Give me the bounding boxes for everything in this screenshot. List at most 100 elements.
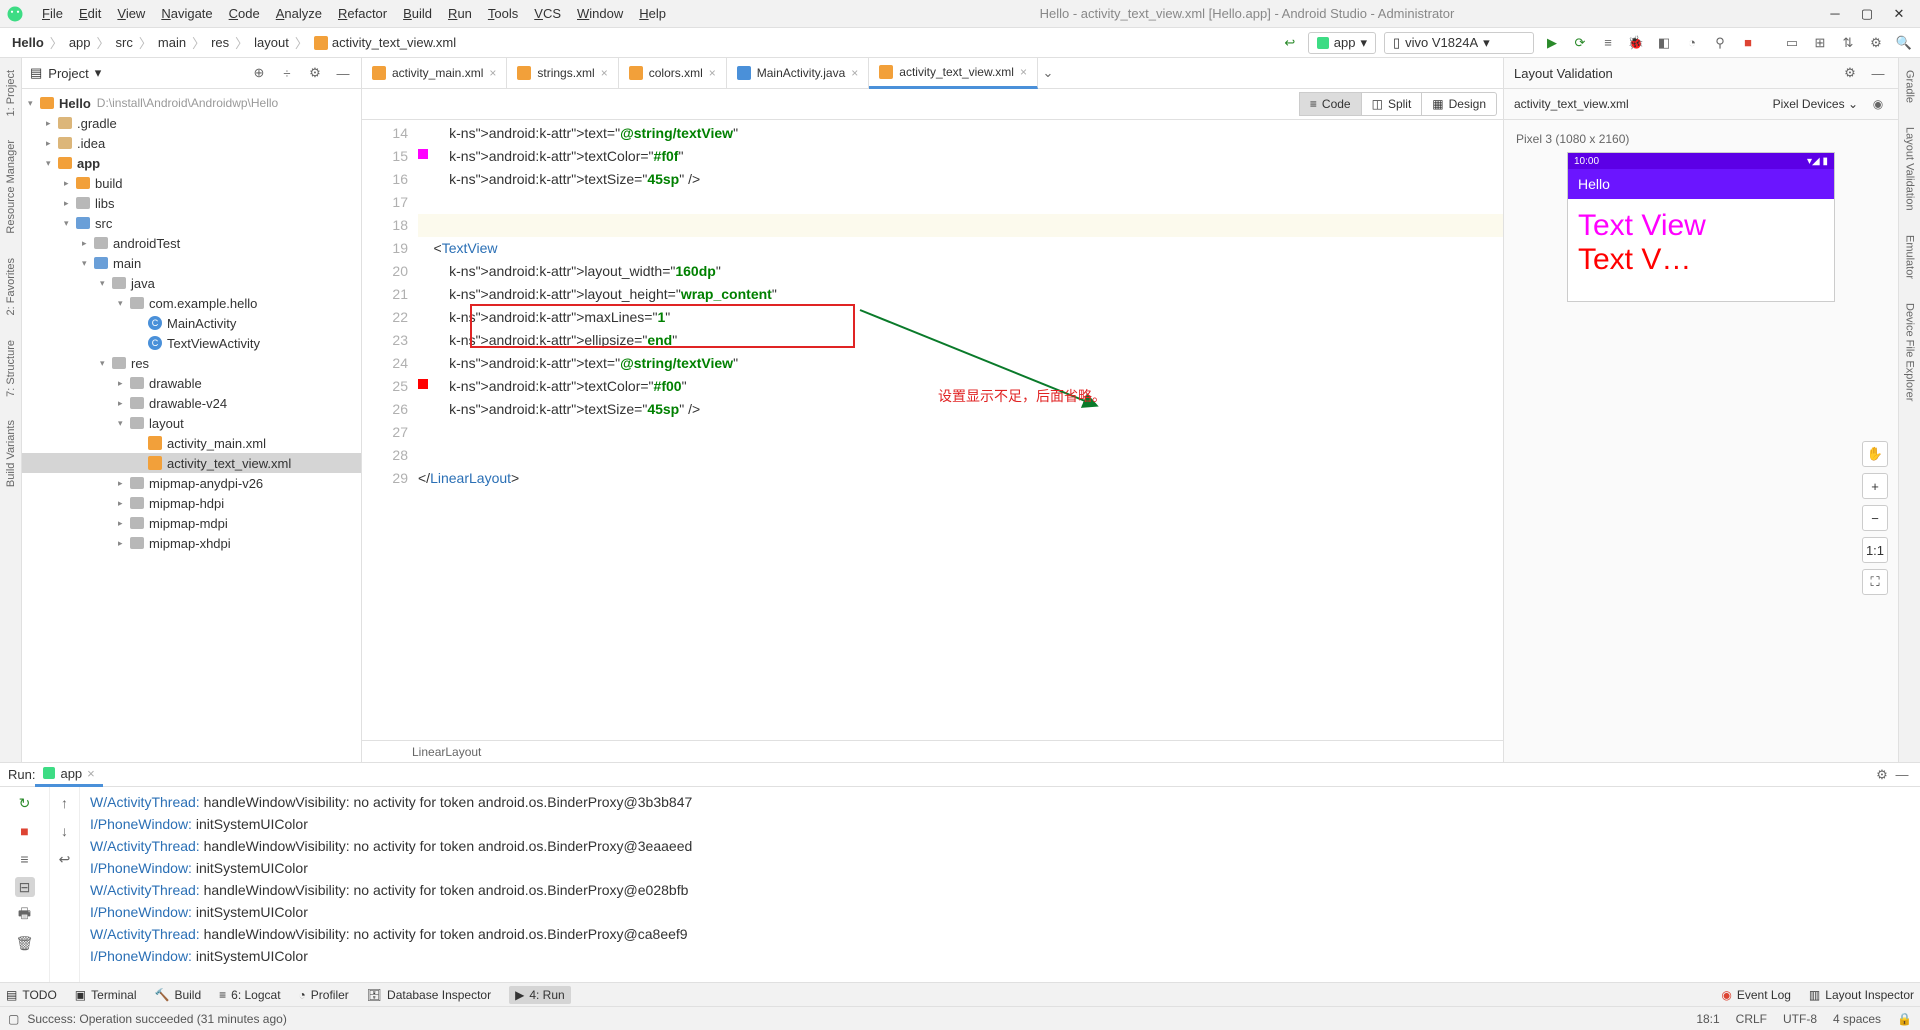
delete-icon[interactable]: 🗑 bbox=[15, 933, 35, 953]
tab-activity_main-xml[interactable]: activity_main.xml× bbox=[362, 58, 507, 89]
status-icon[interactable]: ▢ bbox=[8, 1012, 19, 1026]
gear-icon[interactable]: ⚙ bbox=[305, 63, 325, 83]
tools-icon[interactable]: ⚙ bbox=[1866, 33, 1886, 53]
tab-MainActivity-java[interactable]: MainActivity.java× bbox=[727, 58, 870, 89]
tab-run[interactable]: ▶ 4: Run bbox=[509, 986, 571, 1004]
menu-edit[interactable]: Edit bbox=[71, 6, 109, 21]
breadcrumb-src[interactable]: src bbox=[110, 35, 139, 50]
breadcrumb-app[interactable]: app bbox=[63, 35, 97, 50]
tree-mipmap-mdpi[interactable]: ▸mipmap-mdpi bbox=[22, 513, 361, 533]
tree-java[interactable]: ▾java bbox=[22, 273, 361, 293]
debug-icon[interactable]: 🐞 bbox=[1626, 33, 1646, 53]
tree--gradle[interactable]: ▸.gradle bbox=[22, 113, 361, 133]
sync-icon[interactable]: ⇅ bbox=[1838, 33, 1858, 53]
hide-icon[interactable]: — bbox=[333, 63, 353, 83]
sidebar-layout-validation[interactable]: Layout Validation bbox=[1902, 121, 1918, 217]
collapse-icon[interactable]: ÷ bbox=[277, 63, 297, 83]
tree-mipmap-xhdpi[interactable]: ▸mipmap-xhdpi bbox=[22, 533, 361, 553]
view-design-button[interactable]: ▦Design bbox=[1422, 92, 1497, 116]
view-code-button[interactable]: ≡Code bbox=[1299, 92, 1362, 116]
menu-view[interactable]: View bbox=[109, 6, 153, 21]
tabs-overflow-icon[interactable]: ⌄ bbox=[1038, 63, 1058, 83]
menu-run[interactable]: Run bbox=[440, 6, 480, 21]
zoom-fit-icon[interactable]: 1:1 bbox=[1862, 537, 1888, 563]
tree-main[interactable]: ▾main bbox=[22, 253, 361, 273]
run-tab-app[interactable]: app × bbox=[35, 763, 102, 787]
tab-todo[interactable]: ▤ TODO bbox=[6, 988, 57, 1002]
menu-help[interactable]: Help bbox=[631, 6, 674, 21]
gear-icon[interactable]: ⚙ bbox=[1840, 63, 1860, 83]
tab-event-log[interactable]: ◉ Event Log bbox=[1721, 988, 1791, 1002]
close-icon[interactable]: × bbox=[87, 766, 95, 781]
stop-icon[interactable]: ■ bbox=[15, 821, 35, 841]
sidebar-1--project[interactable]: 1: Project bbox=[3, 64, 19, 122]
tree-src[interactable]: ▾src bbox=[22, 213, 361, 233]
search-icon[interactable]: 🔍 bbox=[1894, 33, 1914, 53]
sidebar-gradle[interactable]: Gradle bbox=[1902, 64, 1918, 109]
sidebar-device-file-explorer[interactable]: Device File Explorer bbox=[1902, 297, 1918, 407]
encoding[interactable]: UTF-8 bbox=[1783, 1012, 1817, 1026]
breadcrumb-main[interactable]: main bbox=[152, 35, 192, 50]
tree-build[interactable]: ▸build bbox=[22, 173, 361, 193]
sidebar-build-variants[interactable]: Build Variants bbox=[3, 414, 19, 493]
maximize-button[interactable]: ▢ bbox=[1860, 7, 1874, 21]
menu-window[interactable]: Window bbox=[569, 6, 631, 21]
run-configuration-select[interactable]: app ▾ bbox=[1308, 32, 1376, 54]
avd-icon[interactable]: ▭ bbox=[1782, 33, 1802, 53]
close-icon[interactable]: × bbox=[851, 66, 858, 80]
filter-icon[interactable]: ≡ bbox=[15, 849, 35, 869]
minimize-button[interactable]: ─ bbox=[1828, 7, 1842, 21]
menu-file[interactable]: File bbox=[34, 6, 71, 21]
pixel-devices-select[interactable]: Pixel Devices ⌄ bbox=[1773, 97, 1858, 111]
device-select[interactable]: ▯ vivo V1824A ▾ bbox=[1384, 32, 1534, 54]
up-icon[interactable]: ↑ bbox=[55, 793, 75, 813]
tab-terminal[interactable]: ▣ Terminal bbox=[75, 988, 137, 1002]
tree-layout[interactable]: ▾layout bbox=[22, 413, 361, 433]
stop-icon[interactable]: ■ bbox=[1738, 33, 1758, 53]
sdk-icon[interactable]: ⊞ bbox=[1810, 33, 1830, 53]
close-icon[interactable]: × bbox=[601, 66, 608, 80]
tree-res[interactable]: ▾res bbox=[22, 353, 361, 373]
indent[interactable]: 4 spaces bbox=[1833, 1012, 1881, 1026]
zoom-in-icon[interactable]: + bbox=[1862, 473, 1888, 499]
caret-position[interactable]: 18:1 bbox=[1696, 1012, 1719, 1026]
breadcrumb-Hello[interactable]: Hello bbox=[6, 35, 50, 50]
profile-icon[interactable]: ◔ bbox=[1682, 33, 1702, 53]
tab-logcat[interactable]: ≡ 6: Logcat bbox=[219, 988, 280, 1002]
coverage-icon[interactable]: ◧ bbox=[1654, 33, 1674, 53]
down-icon[interactable]: ↓ bbox=[55, 821, 75, 841]
print-icon[interactable]: 🖶 bbox=[15, 905, 35, 925]
layout-icon[interactable]: ⊟ bbox=[15, 877, 35, 897]
sidebar-emulator[interactable]: Emulator bbox=[1902, 229, 1918, 285]
tree-drawable[interactable]: ▸drawable bbox=[22, 373, 361, 393]
project-tree[interactable]: ▾HelloD:\install\Android\Androidwp\Hello… bbox=[22, 89, 361, 762]
menu-build[interactable]: Build bbox=[395, 6, 440, 21]
target-icon[interactable]: ⊕ bbox=[249, 63, 269, 83]
breadcrumb-activity_text_view.xml[interactable]: activity_text_view.xml bbox=[308, 35, 462, 51]
tab-build[interactable]: 🔨 Build bbox=[155, 988, 202, 1002]
chevron-down-icon[interactable]: ▾ bbox=[95, 65, 102, 81]
tree-mipmap-anydpi-v26[interactable]: ▸mipmap-anydpi-v26 bbox=[22, 473, 361, 493]
menu-vcs[interactable]: VCS bbox=[526, 6, 569, 21]
apply-changes-icon[interactable]: ⟳ bbox=[1570, 33, 1590, 53]
tree-drawable-v24[interactable]: ▸drawable-v24 bbox=[22, 393, 361, 413]
hide-icon[interactable]: — bbox=[1892, 765, 1912, 785]
tree-androidTest[interactable]: ▸androidTest bbox=[22, 233, 361, 253]
close-icon[interactable]: × bbox=[1020, 65, 1027, 79]
back-icon[interactable]: ↩ bbox=[1280, 33, 1300, 53]
sidebar-resource-manager[interactable]: Resource Manager bbox=[3, 134, 19, 240]
tab-activity_text_view-xml[interactable]: activity_text_view.xml× bbox=[869, 58, 1038, 89]
run-icon[interactable]: ▶ bbox=[1542, 33, 1562, 53]
tree-mipmap-hdpi[interactable]: ▸mipmap-hdpi bbox=[22, 493, 361, 513]
rerun-icon[interactable]: ↻ bbox=[15, 793, 35, 813]
tree-app[interactable]: ▾app bbox=[22, 153, 361, 173]
tab-colors-xml[interactable]: colors.xml× bbox=[619, 58, 727, 89]
tree-libs[interactable]: ▸libs bbox=[22, 193, 361, 213]
menu-analyze[interactable]: Analyze bbox=[268, 6, 330, 21]
wrap-icon[interactable]: ↩ bbox=[55, 849, 75, 869]
code-editor[interactable]: k-ns">android:k-attr">text="@string/text… bbox=[418, 120, 1503, 740]
hide-icon[interactable]: — bbox=[1868, 63, 1888, 83]
view-split-button[interactable]: ◫Split bbox=[1362, 92, 1423, 116]
breadcrumb-layout[interactable]: layout bbox=[248, 35, 295, 50]
tree-MainActivity[interactable]: CMainActivity bbox=[22, 313, 361, 333]
